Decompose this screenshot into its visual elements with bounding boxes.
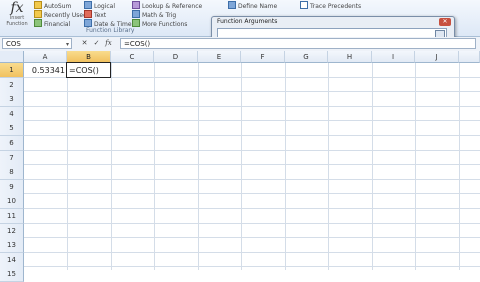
name-box[interactable]: COS ▾: [2, 38, 72, 49]
gridline: [24, 120, 480, 121]
row-header-7[interactable]: 7: [0, 151, 24, 166]
gridline: [24, 266, 480, 267]
trace-precedents-button[interactable]: Trace Precedents: [300, 1, 361, 10]
formula-input[interactable]: =COS(): [120, 38, 476, 49]
insert-function-label: Insert Function: [6, 15, 28, 27]
define-name-button[interactable]: Define Name: [228, 1, 277, 10]
gridline: [24, 223, 480, 224]
row-header-1[interactable]: 1: [0, 63, 24, 78]
cell-b1[interactable]: =COS(): [66, 62, 111, 78]
financial-button[interactable]: Financial: [34, 19, 87, 28]
logical-button[interactable]: Logical: [84, 1, 132, 10]
gridline: [328, 63, 329, 270]
math-icon: [132, 10, 140, 18]
column-header-d[interactable]: D: [154, 51, 198, 63]
lookup-icon: [132, 1, 140, 9]
math-trig-button[interactable]: Math & Trig: [132, 10, 202, 19]
gridline: [415, 63, 416, 270]
gridline: [24, 237, 480, 238]
chevron-down-icon[interactable]: ▾: [66, 39, 69, 50]
gridline: [285, 63, 286, 270]
column-header-a[interactable]: A: [24, 51, 67, 63]
gridline: [154, 63, 155, 270]
gridline: [24, 135, 480, 136]
lookup-reference-button[interactable]: Lookup & Reference: [132, 1, 202, 10]
gridline: [24, 252, 480, 253]
recently-used-button[interactable]: Recently Used: [34, 10, 87, 19]
gridline: [24, 208, 480, 209]
column-header-i[interactable]: I: [372, 51, 415, 63]
row-header-4[interactable]: 4: [0, 107, 24, 122]
row-header-5[interactable]: 5: [0, 121, 24, 136]
gridline: [459, 63, 460, 270]
row-header-9[interactable]: 9: [0, 180, 24, 195]
text-icon: [84, 10, 92, 18]
gridline: [241, 63, 242, 270]
row-header-10[interactable]: 10: [0, 194, 24, 209]
close-icon[interactable]: ✕: [439, 18, 451, 26]
autosum-button[interactable]: AutoSum: [34, 1, 87, 10]
gridline: [24, 179, 480, 180]
formula-bar: COS ▾ ✕ ✓ fx =COS(): [0, 37, 480, 52]
function-library-label: Function Library: [86, 27, 135, 34]
insert-function-icon[interactable]: fx: [104, 39, 113, 48]
column-header-e[interactable]: E: [198, 51, 241, 63]
library-column-2: Logical Text Date & Time: [84, 1, 132, 28]
gridline: [24, 106, 480, 107]
star-icon: [34, 10, 42, 18]
row-header-15[interactable]: 15: [0, 267, 24, 282]
cell-a1[interactable]: 0.53341: [24, 63, 67, 78]
row-header-12[interactable]: 12: [0, 224, 24, 239]
select-all-corner[interactable]: [0, 51, 24, 63]
gridline: [24, 91, 480, 92]
row-header-14[interactable]: 14: [0, 253, 24, 268]
gridline: [198, 63, 199, 270]
logical-icon: [84, 1, 92, 9]
gridline: [24, 150, 480, 151]
library-column-1: AutoSum Recently Used Financial: [34, 1, 87, 28]
more-functions-button[interactable]: More Functions: [132, 19, 202, 28]
column-header-g[interactable]: G: [285, 51, 328, 63]
insert-function-button[interactable]: fx Insert Function: [4, 1, 30, 28]
gridline: [24, 193, 480, 194]
more-functions-icon: [132, 19, 140, 27]
fx-icon: fx: [10, 0, 24, 16]
gridline: [67, 63, 68, 270]
text-button[interactable]: Text: [84, 10, 132, 19]
gridline: [24, 164, 480, 165]
row-header-3[interactable]: 3: [0, 92, 24, 107]
gridline: [372, 63, 373, 270]
column-header-c[interactable]: C: [111, 51, 154, 63]
column-header-h[interactable]: H: [328, 51, 372, 63]
clock-icon: [84, 19, 92, 27]
column-header-k[interactable]: [459, 51, 480, 63]
enter-icon[interactable]: ✓: [92, 39, 101, 48]
financial-icon: [34, 19, 42, 27]
dialog-title: Function Arguments: [217, 18, 278, 25]
library-column-3: Lookup & Reference Math & Trig More Func…: [132, 1, 202, 28]
row-header-11[interactable]: 11: [0, 209, 24, 224]
row-header-13[interactable]: 13: [0, 238, 24, 253]
trace-icon: [300, 1, 308, 9]
spreadsheet-grid[interactable]: A B C D E F G H I J 1 2 3 4 5 6 7 8 9 10…: [0, 51, 480, 282]
gridline: [111, 63, 112, 270]
tag-icon: [228, 1, 236, 9]
column-header-j[interactable]: J: [415, 51, 459, 63]
row-header-8[interactable]: 8: [0, 165, 24, 180]
cancel-icon[interactable]: ✕: [80, 39, 89, 48]
sigma-icon: [34, 1, 42, 9]
column-header-f[interactable]: F: [241, 51, 285, 63]
row-header-2[interactable]: 2: [0, 78, 24, 93]
row-header-6[interactable]: 6: [0, 136, 24, 151]
